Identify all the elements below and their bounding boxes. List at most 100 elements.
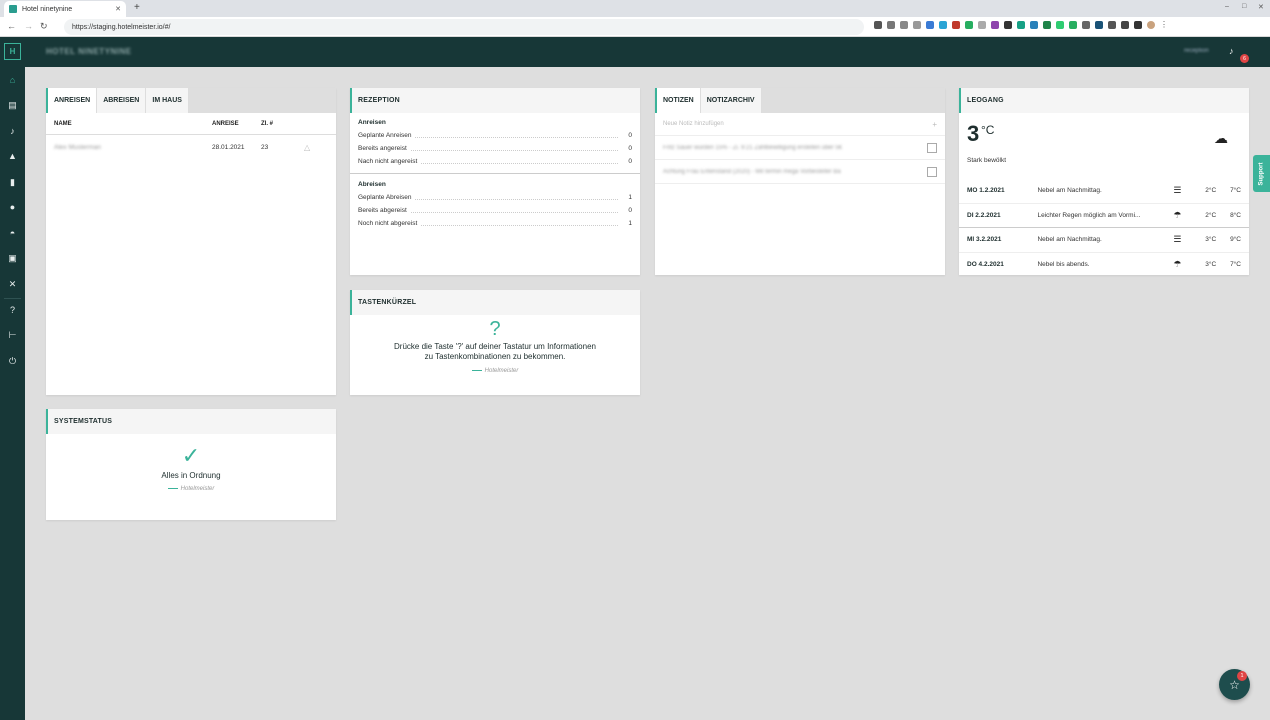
extension-icon[interactable] xyxy=(1056,21,1064,29)
sidebar-item-hotelmeister[interactable]: ⊢ xyxy=(0,324,25,346)
forward-icon[interactable]: → xyxy=(24,21,33,31)
sidebar-item-service[interactable]: ▲ xyxy=(0,145,25,167)
extension-icon[interactable] xyxy=(926,21,934,29)
favicon-icon xyxy=(9,5,17,13)
forecast-row: DO 4.2.2021 Nebel bis abends. ☂ 3°C 7°C xyxy=(959,253,1249,278)
planned-departures-value: 1 xyxy=(628,194,632,201)
new-note-placeholder: Neue Notiz hinzufügen xyxy=(663,121,724,127)
planned-arrivals-label: Geplante Anreisen xyxy=(358,132,412,139)
extension-icon[interactable] xyxy=(1017,21,1025,29)
extension-icon[interactable] xyxy=(939,21,947,29)
forecast-date: MO 1.2.2021 xyxy=(967,187,1005,195)
extension-icon[interactable] xyxy=(965,21,973,29)
extension-icon[interactable] xyxy=(1004,21,1012,29)
note-checkbox[interactable] xyxy=(927,166,937,177)
sidebar-item-documents[interactable]: ▮ xyxy=(0,171,25,193)
sidebar-item-home[interactable]: ⌂ xyxy=(0,69,25,91)
not-yet-arrived-label: Nach nicht angereist xyxy=(358,158,418,165)
tab-anreisen[interactable]: ANREISEN xyxy=(48,88,98,113)
notification-bell-icon[interactable]: ♪ xyxy=(1229,46,1234,56)
app-header: H HOTEL NINETYNINE reception ♪ 6 xyxy=(0,37,1270,67)
tab-notizarchiv[interactable]: NOTIZARCHIV xyxy=(701,88,762,113)
forecast-row: DI 2.2.2021 Leichter Regen möglich am Vo… xyxy=(959,204,1249,228)
sidebar-item-finance[interactable]: ▣ xyxy=(0,247,25,269)
extension-icon[interactable] xyxy=(1069,21,1077,29)
reception-arrivals-title: Anreisen xyxy=(358,119,386,126)
sidebar-item-notifications[interactable]: ♪ xyxy=(0,120,25,142)
sidebar-item-guests[interactable]: ● xyxy=(0,196,25,218)
forecast-row: MI 3.2.2021 Nebel am Nachmittag. ☰ 3°C 9… xyxy=(959,228,1249,253)
profile-avatar[interactable] xyxy=(1147,21,1155,29)
list-item[interactable]: Achtung Frau Entenstand (2020) - Mit ter… xyxy=(655,160,945,184)
extension-icon[interactable] xyxy=(900,21,908,29)
hotelmeister-icon: ⊢ xyxy=(8,329,17,340)
extension-icon[interactable] xyxy=(913,21,921,29)
planned-arrivals[interactable]: Geplante Anreisen 0 xyxy=(350,129,640,142)
not-yet-departed[interactable]: Noch nicht abgereist 1 xyxy=(350,217,640,230)
help-icon: ? xyxy=(9,305,15,315)
reload-icon[interactable]: ↻ xyxy=(40,21,48,32)
hotelmeister-logo[interactable]: H xyxy=(4,43,21,60)
sidebar-item-rooms[interactable]: ▤ xyxy=(0,94,25,116)
checkin-icon[interactable]: △ xyxy=(304,143,310,152)
user-name[interactable]: reception xyxy=(1184,48,1209,54)
extensions-menu-icon[interactable] xyxy=(1134,21,1142,29)
extension-icon[interactable] xyxy=(978,21,986,29)
close-window-icon[interactable]: ✕ xyxy=(1258,3,1264,11)
note-checkbox[interactable] xyxy=(927,142,937,153)
support-tab[interactable]: Support xyxy=(1253,155,1270,192)
maximize-icon[interactable]: □ xyxy=(1242,3,1246,10)
already-arrived-label: Bereits angereist xyxy=(358,145,407,152)
already-departed[interactable]: Bereits abgereist 0 xyxy=(350,204,640,217)
current-condition: Stark bewölkt xyxy=(967,157,1007,164)
extension-icon[interactable] xyxy=(952,21,960,29)
notification-badge: 6 xyxy=(1240,54,1249,63)
extension-icon[interactable] xyxy=(1108,21,1116,29)
extension-icon[interactable] xyxy=(991,21,999,29)
browser-menu-icon[interactable]: ⋮ xyxy=(1160,21,1168,29)
tab-im-haus[interactable]: IM HAUS xyxy=(146,88,189,113)
extension-icon[interactable] xyxy=(1082,21,1090,29)
new-note-input[interactable]: Neue Notiz hinzufügen + xyxy=(655,113,945,136)
extension-icon[interactable] xyxy=(887,21,895,29)
person-icon: ● xyxy=(9,202,16,212)
not-yet-arrived[interactable]: Nach nicht angereist 0 xyxy=(350,155,640,168)
browser-tab[interactable]: Hotel ninetynine ✕ xyxy=(4,1,126,17)
planned-departures[interactable]: Geplante Abreisen 1 xyxy=(350,191,640,204)
leader-dots xyxy=(415,133,618,138)
sidebar-item-dashboard[interactable]: ◓ xyxy=(0,222,25,244)
tab-close-icon[interactable]: ✕ xyxy=(115,5,121,13)
extension-icon[interactable] xyxy=(874,21,882,29)
hotel-name[interactable]: HOTEL NINETYNINE xyxy=(46,47,132,56)
extension-icon[interactable] xyxy=(1095,21,1103,29)
list-item[interactable]: Fritz Sauer wurden 15% - Zi. 9:21 Zahlbe… xyxy=(655,136,945,160)
col-name[interactable]: NAME xyxy=(46,121,212,127)
address-bar[interactable]: https://staging.hotelmeister.io/#/ xyxy=(64,19,864,35)
system-status-text: Alles in Ordnung xyxy=(161,471,221,480)
tab-abreisen[interactable]: ABREISEN xyxy=(97,88,147,113)
sidebar-item-help[interactable]: ? xyxy=(0,299,25,321)
extension-icon[interactable] xyxy=(1030,21,1038,29)
shortcuts-card: TASTENKÜRZEL ? Drücke die Taste '?' auf … xyxy=(350,290,640,395)
reception-card: REZEPTION Anreisen Geplante Anreisen 0 Be… xyxy=(350,88,640,275)
forecast-date: MI 3.2.2021 xyxy=(967,236,1002,244)
new-tab-icon[interactable]: + xyxy=(134,2,140,13)
col-room[interactable]: ZI. # xyxy=(261,121,301,127)
already-departed-label: Bereits abgereist xyxy=(358,207,407,214)
question-icon: ? xyxy=(489,318,501,340)
add-note-icon[interactable]: + xyxy=(932,120,937,129)
sidebar-item-settings[interactable]: ✕ xyxy=(0,273,25,295)
leader-dots xyxy=(421,159,618,164)
already-arrived[interactable]: Bereits angereist 0 xyxy=(350,142,640,155)
minimize-icon[interactable]: – xyxy=(1225,3,1229,10)
extension-icon[interactable] xyxy=(1043,21,1051,29)
table-row[interactable]: Alex Musterman 28.01.2021 23 △ xyxy=(46,135,336,159)
back-icon[interactable]: ← xyxy=(7,21,16,31)
extension-icon[interactable] xyxy=(1121,21,1129,29)
tab-notizen[interactable]: NOTIZEN xyxy=(657,88,701,113)
sidebar: ⌂ ▤ ♪ ▲ ▮ ● ◓ ▣ ✕ ? ⊢ ⏻ xyxy=(0,67,25,720)
planned-departures-label: Geplante Abreisen xyxy=(358,194,412,201)
sidebar-item-logout[interactable]: ⏻ xyxy=(0,350,25,372)
shortcuts-line-1: Drücke die Taste '?' auf deiner Tastatur… xyxy=(394,342,596,351)
col-arrival[interactable]: ANREISE xyxy=(212,121,261,127)
